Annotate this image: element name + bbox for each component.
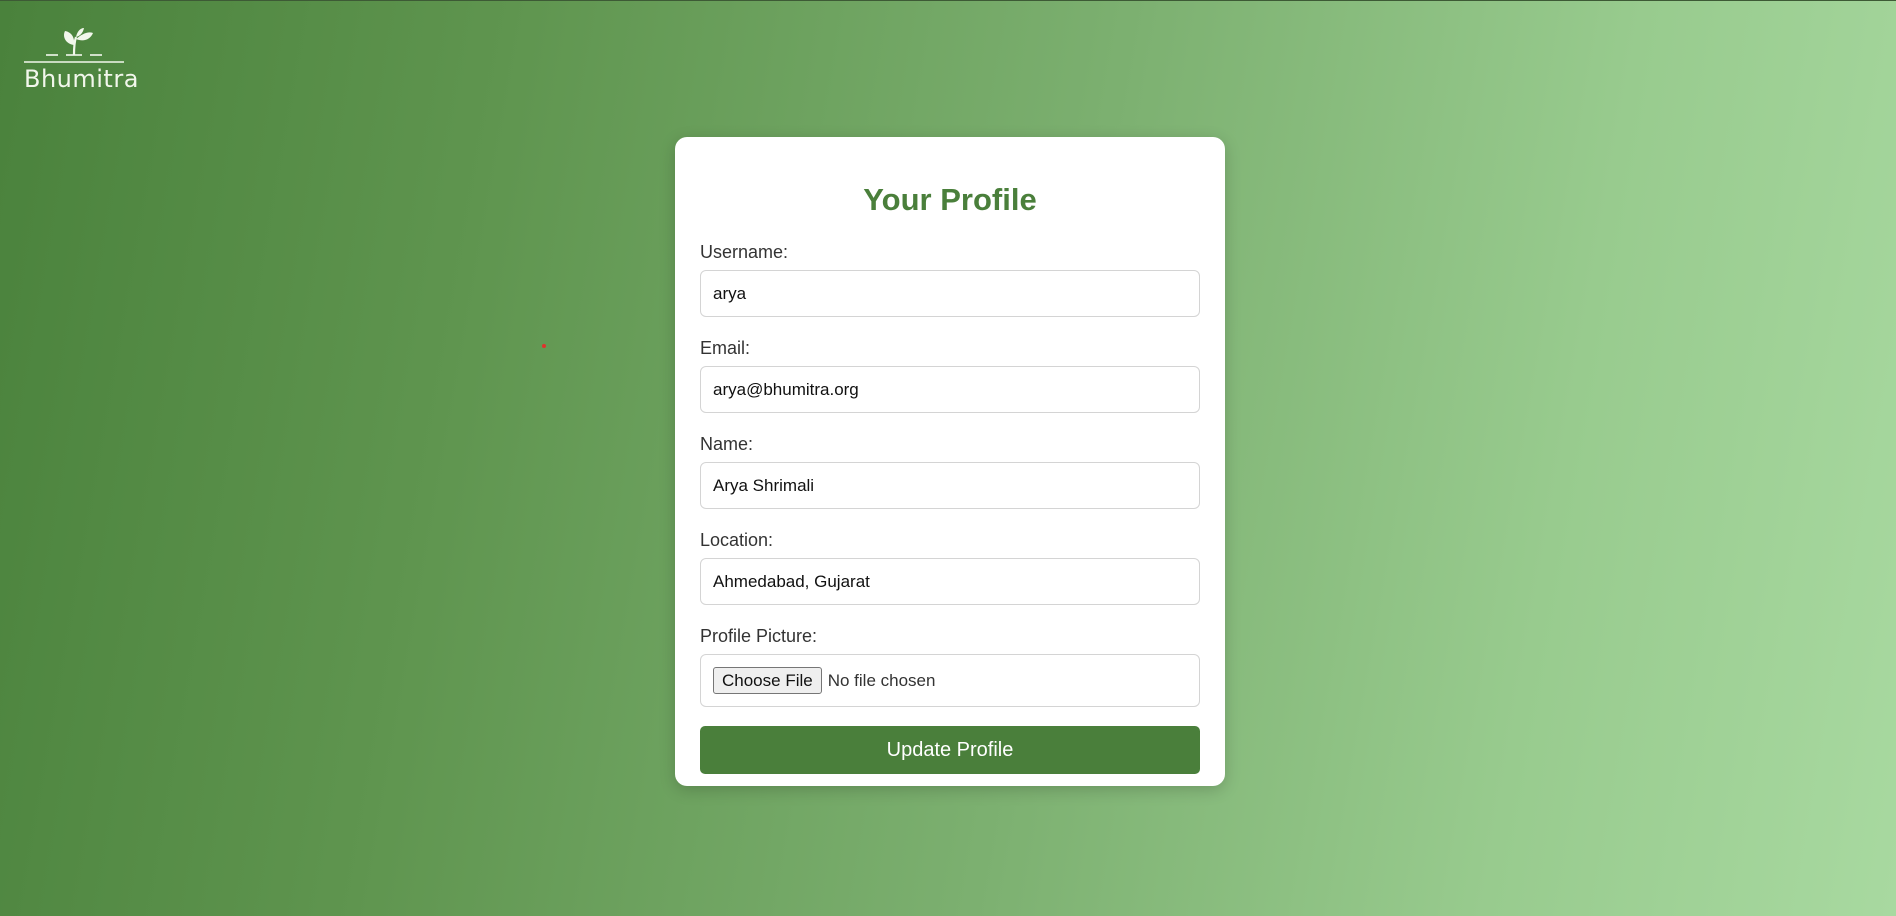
email-field-group: Email: bbox=[700, 338, 1200, 413]
update-profile-button[interactable]: Update Profile bbox=[700, 726, 1200, 774]
profile-picture-field-group: Profile Picture: Choose File No file cho… bbox=[700, 626, 1200, 707]
location-label: Location: bbox=[700, 530, 774, 550]
brand-name: Bhumitra bbox=[24, 65, 139, 93]
username-input[interactable] bbox=[700, 270, 1200, 317]
username-label: Username: bbox=[700, 242, 789, 262]
red-dot-marker bbox=[542, 344, 546, 348]
choose-file-button[interactable]: Choose File bbox=[713, 667, 822, 694]
email-label: Email: bbox=[700, 338, 751, 358]
file-status-text: No file chosen bbox=[827, 670, 936, 690]
name-input[interactable] bbox=[700, 462, 1200, 509]
profile-picture-label: Profile Picture: bbox=[700, 626, 818, 646]
brand-logo[interactable]: Bhumitra bbox=[24, 25, 139, 95]
username-field-group: Username: bbox=[700, 242, 1200, 317]
name-field-group: Name: bbox=[700, 434, 1200, 509]
page-title: Your Profile bbox=[863, 182, 1037, 217]
location-field-group: Location: bbox=[700, 530, 1200, 605]
profile-card: Your Profile Username: Email: Name: Loca… bbox=[675, 137, 1225, 786]
name-label: Name: bbox=[700, 434, 754, 454]
sprout-icon bbox=[24, 28, 124, 63]
email-input[interactable] bbox=[700, 366, 1200, 413]
profile-picture-input[interactable]: Choose File No file chosen bbox=[700, 654, 1200, 707]
location-input[interactable] bbox=[700, 558, 1200, 605]
